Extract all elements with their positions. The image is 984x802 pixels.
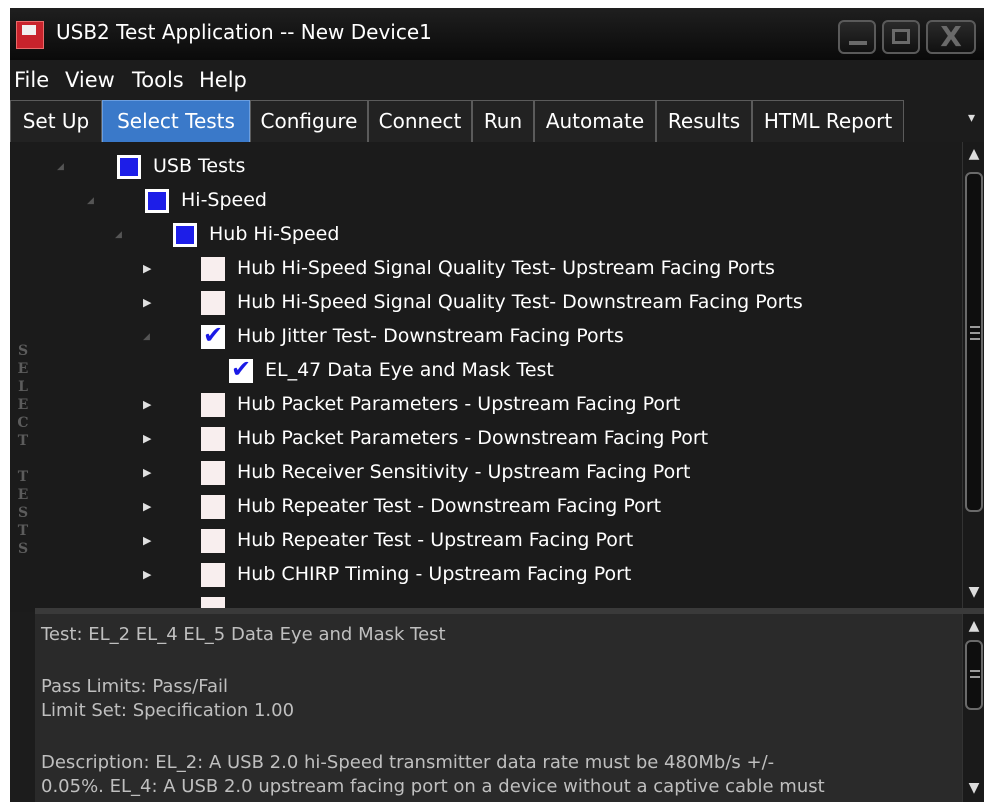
description-line-1: Description: EL_2: A USB 2.0 hi-Speed tr…: [41, 752, 775, 773]
scroll-up-arrow[interactable]: ▲: [963, 146, 984, 162]
tree-row[interactable]: ▶ Hub Hi-Speed Signal Quality Test- Down…: [35, 286, 963, 320]
description-line-2: 0.05%. EL_4: A USB 2.0 upstream facing p…: [41, 776, 825, 797]
tab-html-report[interactable]: HTML Report: [752, 100, 904, 142]
tab-run[interactable]: Run: [472, 100, 534, 142]
checkbox[interactable]: [201, 393, 225, 417]
checkbox[interactable]: ✔: [201, 321, 225, 349]
expand-arrow[interactable]: ▶: [143, 262, 151, 275]
checkbox[interactable]: [117, 155, 141, 179]
minimize-icon: [849, 41, 867, 45]
tab-overflow-arrow[interactable]: ▾: [968, 110, 975, 126]
tab-connect[interactable]: Connect: [368, 100, 472, 142]
maximize-icon: [892, 29, 910, 44]
scroll-thumb[interactable]: [965, 640, 983, 710]
menu-view[interactable]: View: [65, 68, 115, 92]
checkmark-icon: ✔: [203, 321, 224, 349]
limit-set: Limit Set: Specification 1.00: [41, 700, 295, 721]
tree-scrollbar[interactable]: ▲ ▼: [962, 142, 984, 608]
tree-label: Hub Hi-Speed Signal Quality Test- Downst…: [237, 291, 803, 313]
test-tree: ◢ USB Tests ◢ Hi-Speed ◢ Hub Hi-Speed ▶ …: [35, 142, 963, 608]
tree-row[interactable]: ▶ Hub Repeater Test - Upstream Facing Po…: [35, 524, 963, 558]
expand-arrow[interactable]: ▶: [143, 296, 151, 309]
maximize-button[interactable]: [882, 20, 920, 54]
tree-row-el47[interactable]: ✔ EL_47 Data Eye and Mask Test: [35, 354, 963, 388]
checkbox[interactable]: [145, 189, 169, 213]
tree-row-hub-hi-speed[interactable]: ◢ Hub Hi-Speed: [35, 218, 963, 252]
checkbox[interactable]: ✔: [229, 355, 253, 383]
tree-label: Hub Hi-Speed Signal Quality Test- Upstre…: [237, 257, 775, 279]
menu-help[interactable]: Help: [199, 68, 247, 92]
collapse-arrow[interactable]: ◢: [143, 332, 150, 342]
tab-set-up[interactable]: Set Up: [10, 100, 102, 142]
checkbox[interactable]: [201, 291, 225, 315]
expand-arrow[interactable]: ▶: [143, 534, 151, 547]
tree-row[interactable]: ▶ Hub Packet Parameters - Downstream Fac…: [35, 422, 963, 456]
tree-label: EL_47 Data Eye and Mask Test: [265, 359, 554, 381]
close-button[interactable]: X: [926, 20, 976, 54]
checkbox[interactable]: [201, 257, 225, 281]
tree-label: Hub Repeater Test - Upstream Facing Port: [237, 529, 634, 551]
checkbox[interactable]: [201, 495, 225, 519]
checkbox[interactable]: [201, 461, 225, 485]
tree-label: Hi-Speed: [181, 189, 267, 211]
checkbox[interactable]: [201, 529, 225, 553]
tree-label: Hub Packet Parameters - Upstream Facing …: [237, 393, 681, 415]
scroll-thumb[interactable]: [965, 172, 983, 512]
minimize-button[interactable]: [838, 20, 876, 54]
menu-tools[interactable]: Tools: [132, 68, 184, 92]
close-icon: X: [940, 20, 962, 53]
tree-label: Hub Receiver Sensitivity - Upstream Faci…: [237, 461, 691, 483]
tree-label: Hub Packet Parameters - Downstream Facin…: [237, 427, 709, 449]
menu-file[interactable]: File: [14, 68, 49, 92]
side-label-text: SELECTTESTS: [17, 343, 29, 557]
collapse-arrow[interactable]: ◢: [87, 196, 94, 206]
expand-arrow[interactable]: ▶: [143, 432, 151, 445]
tree-row-hi-speed[interactable]: ◢ Hi-Speed: [35, 184, 963, 218]
tree-row[interactable]: ▶ Hub Repeater Test - Downstream Facing …: [35, 490, 963, 524]
collapse-arrow[interactable]: ◢: [115, 230, 122, 240]
tree-row[interactable]: ▶ Hub Receiver Sensitivity - Upstream Fa…: [35, 456, 963, 490]
menu-bar: File View Tools Help: [10, 60, 984, 100]
tree-row[interactable]: ▶ Hub Packet Parameters - Upstream Facin…: [35, 388, 963, 422]
app-window: USB2 Test Application -- New Device1 X F…: [10, 8, 984, 802]
description-pane: Test: EL_2 EL_4 EL_5 Data Eye and Mask T…: [35, 614, 963, 802]
pass-limits: Pass Limits: Pass/Fail: [41, 676, 228, 697]
tree-row[interactable]: ▶ Hub Hi-Speed Signal Quality Test- Upst…: [35, 252, 963, 286]
tab-configure[interactable]: Configure: [250, 100, 368, 142]
app-icon[interactable]: [16, 21, 44, 49]
tab-bar: Set Up Select Tests Configure Connect Ru…: [10, 100, 984, 142]
tree-label: Hub CHIRP Timing - Upstream Facing Port: [237, 563, 632, 585]
collapse-arrow[interactable]: ◢: [57, 162, 64, 172]
description-scrollbar[interactable]: ▲ ▼: [962, 614, 984, 802]
checkmark-icon: ✔: [231, 355, 252, 383]
tree-label: Hub Hi-Speed: [209, 223, 340, 245]
tree-row-partial[interactable]: [35, 592, 963, 608]
tab-automate[interactable]: Automate: [534, 100, 656, 142]
title-bar[interactable]: USB2 Test Application -- New Device1 X: [10, 8, 984, 60]
tree-row-usb-tests[interactable]: ◢ USB Tests: [35, 150, 963, 184]
tree-row-hub-jitter[interactable]: ◢ ✔ Hub Jitter Test- Downstream Facing P…: [35, 320, 963, 354]
tree-label: USB Tests: [153, 155, 246, 177]
scroll-up-arrow[interactable]: ▲: [963, 618, 984, 634]
expand-arrow[interactable]: ▶: [143, 500, 151, 513]
checkbox[interactable]: [201, 563, 225, 587]
checkbox[interactable]: [201, 597, 225, 608]
scroll-down-arrow[interactable]: ▼: [963, 780, 984, 796]
side-label: SELECTTESTS: [10, 142, 36, 612]
test-name: Test: EL_2 EL_4 EL_5 Data Eye and Mask T…: [41, 624, 446, 645]
tab-results[interactable]: Results: [656, 100, 752, 142]
expand-arrow[interactable]: ▶: [143, 568, 151, 581]
scroll-down-arrow[interactable]: ▼: [963, 584, 984, 600]
tree-label: Hub Repeater Test - Downstream Facing Po…: [237, 495, 662, 517]
tab-select-tests[interactable]: Select Tests: [102, 100, 250, 142]
expand-arrow[interactable]: ▶: [143, 466, 151, 479]
expand-arrow[interactable]: ▶: [143, 398, 151, 411]
window-title: USB2 Test Application -- New Device1: [56, 20, 432, 44]
tree-label: Hub Jitter Test- Downstream Facing Ports: [237, 325, 624, 347]
checkbox[interactable]: [173, 223, 197, 247]
tree-row[interactable]: ▶ Hub CHIRP Timing - Upstream Facing Por…: [35, 558, 963, 592]
checkbox[interactable]: [201, 427, 225, 451]
